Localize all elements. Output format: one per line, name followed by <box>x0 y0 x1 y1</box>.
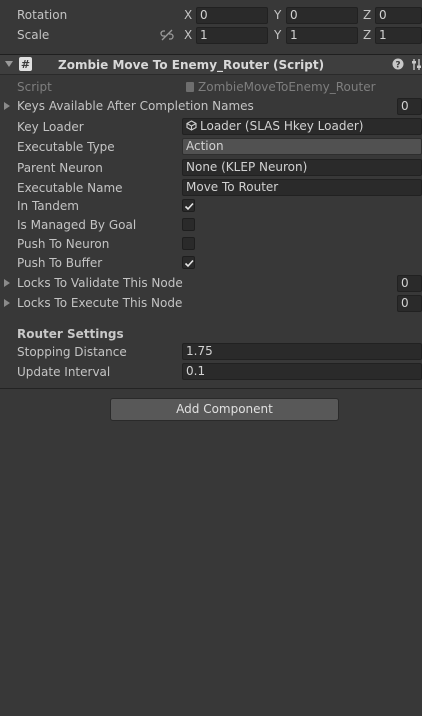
rotation-row: Rotation X 0 Y 0 Z 0 <box>0 6 422 25</box>
in-tandem-row: In Tandem <box>0 197 422 216</box>
expand-arrow-icon[interactable] <box>4 299 10 307</box>
push-to-buffer-checkbox[interactable] <box>182 256 195 269</box>
update-interval-row: Update Interval 0.1 <box>0 363 422 382</box>
in-tandem-checkbox[interactable] <box>182 199 195 212</box>
router-settings-header: Router Settings <box>17 327 124 341</box>
locks-validate-count-field[interactable]: 0 <box>397 275 422 292</box>
scale-row: Scale X 1 Y 1 Z 1 <box>0 26 422 45</box>
executable-type-row: Executable Type Action <box>0 138 422 157</box>
scale-z-field[interactable]: 1 <box>375 27 422 44</box>
help-icon[interactable]: ? <box>392 58 404 73</box>
update-interval-label: Update Interval <box>17 365 111 379</box>
component-title: Zombie Move To Enemy_Router (Script) <box>58 58 325 72</box>
executable-name-row: Executable Name Move To Router <box>0 179 422 198</box>
rotation-z-axis-label[interactable]: Z <box>363 7 371 24</box>
locks-execute-label: Locks To Execute This Node <box>17 296 183 310</box>
keys-available-row[interactable]: Keys Available After Completion Names 0 <box>0 97 422 116</box>
push-to-neuron-label: Push To Neuron <box>17 237 110 251</box>
locks-execute-row[interactable]: Locks To Execute This Node 0 <box>0 294 422 313</box>
executable-type-label: Executable Type <box>17 140 115 154</box>
key-loader-row: Key Loader Loader (SLAS Hkey Loader) <box>0 118 422 137</box>
preset-settings-icon[interactable] <box>411 58 422 74</box>
executable-type-dropdown[interactable]: Action <box>182 138 422 155</box>
scale-x-axis-label[interactable]: X <box>184 27 192 44</box>
push-to-buffer-label: Push To Buffer <box>17 256 103 270</box>
stopping-distance-row: Stopping Distance 1.75 <box>0 343 422 362</box>
push-to-neuron-checkbox[interactable] <box>182 237 195 250</box>
stopping-distance-field[interactable]: 1.75 <box>182 343 422 360</box>
key-loader-label: Key Loader <box>17 120 84 134</box>
is-managed-by-goal-checkbox[interactable] <box>182 218 195 231</box>
scale-z-axis-label[interactable]: Z <box>363 27 371 44</box>
script-field: ZombieMoveToEnemy_Router <box>198 80 376 94</box>
parent-neuron-field[interactable]: None (KLEP Neuron) <box>182 159 422 176</box>
parent-neuron-label: Parent Neuron <box>17 161 103 175</box>
update-interval-field[interactable]: 0.1 <box>182 363 422 380</box>
scale-y-field[interactable]: 1 <box>286 27 358 44</box>
scale-label: Scale <box>17 28 50 42</box>
rotation-x-axis-label[interactable]: X <box>184 7 192 24</box>
rotation-label: Rotation <box>17 8 68 22</box>
checkmark-icon <box>184 202 194 211</box>
checkmark-icon <box>184 259 194 268</box>
locks-validate-label: Locks To Validate This Node <box>17 276 183 290</box>
expand-arrow-icon[interactable] <box>4 279 10 287</box>
script-row: Script ZombieMoveToEnemy_Router <box>0 78 422 97</box>
push-to-neuron-row: Push To Neuron <box>0 235 422 254</box>
locks-validate-row[interactable]: Locks To Validate This Node 0 <box>0 274 422 293</box>
keys-available-label: Keys Available After Completion Names <box>17 99 254 113</box>
push-to-buffer-row: Push To Buffer <box>0 254 422 273</box>
collapse-chevron-icon[interactable] <box>5 61 13 67</box>
object-picker-icon[interactable] <box>186 120 197 134</box>
add-component-button[interactable]: Add Component <box>110 398 339 421</box>
is-managed-by-goal-label: Is Managed By Goal <box>17 218 137 232</box>
component-divider <box>0 388 422 389</box>
is-managed-by-goal-row: Is Managed By Goal <box>0 216 422 235</box>
script-file-icon <box>186 82 194 92</box>
rotation-y-field[interactable]: 0 <box>286 7 358 24</box>
key-loader-field[interactable]: Loader (SLAS Hkey Loader) <box>182 118 422 135</box>
scale-x-field[interactable]: 1 <box>196 27 268 44</box>
constrain-proportions-link-icon[interactable] <box>160 28 174 45</box>
component-header[interactable]: # Zombie Move To Enemy_Router (Script) ? <box>0 54 422 75</box>
expand-arrow-icon[interactable] <box>4 102 10 110</box>
script-label: Script <box>17 80 52 94</box>
stopping-distance-label: Stopping Distance <box>17 345 127 359</box>
executable-name-field[interactable]: Move To Router <box>182 179 422 196</box>
rotation-z-field[interactable]: 0 <box>375 7 422 24</box>
in-tandem-label: In Tandem <box>17 199 79 213</box>
key-loader-value: Loader (SLAS Hkey Loader) <box>200 119 364 133</box>
scale-y-axis-label[interactable]: Y <box>274 27 281 44</box>
rotation-y-axis-label[interactable]: Y <box>274 7 281 24</box>
svg-text:?: ? <box>395 61 400 71</box>
script-hash-icon: # <box>19 57 32 71</box>
parent-neuron-row: Parent Neuron None (KLEP Neuron) <box>0 159 422 178</box>
keys-available-count-field[interactable]: 0 <box>397 98 422 115</box>
locks-execute-count-field[interactable]: 0 <box>397 295 422 312</box>
rotation-x-field[interactable]: 0 <box>196 7 268 24</box>
executable-name-label: Executable Name <box>17 181 123 195</box>
svg-text:#: # <box>21 58 30 71</box>
